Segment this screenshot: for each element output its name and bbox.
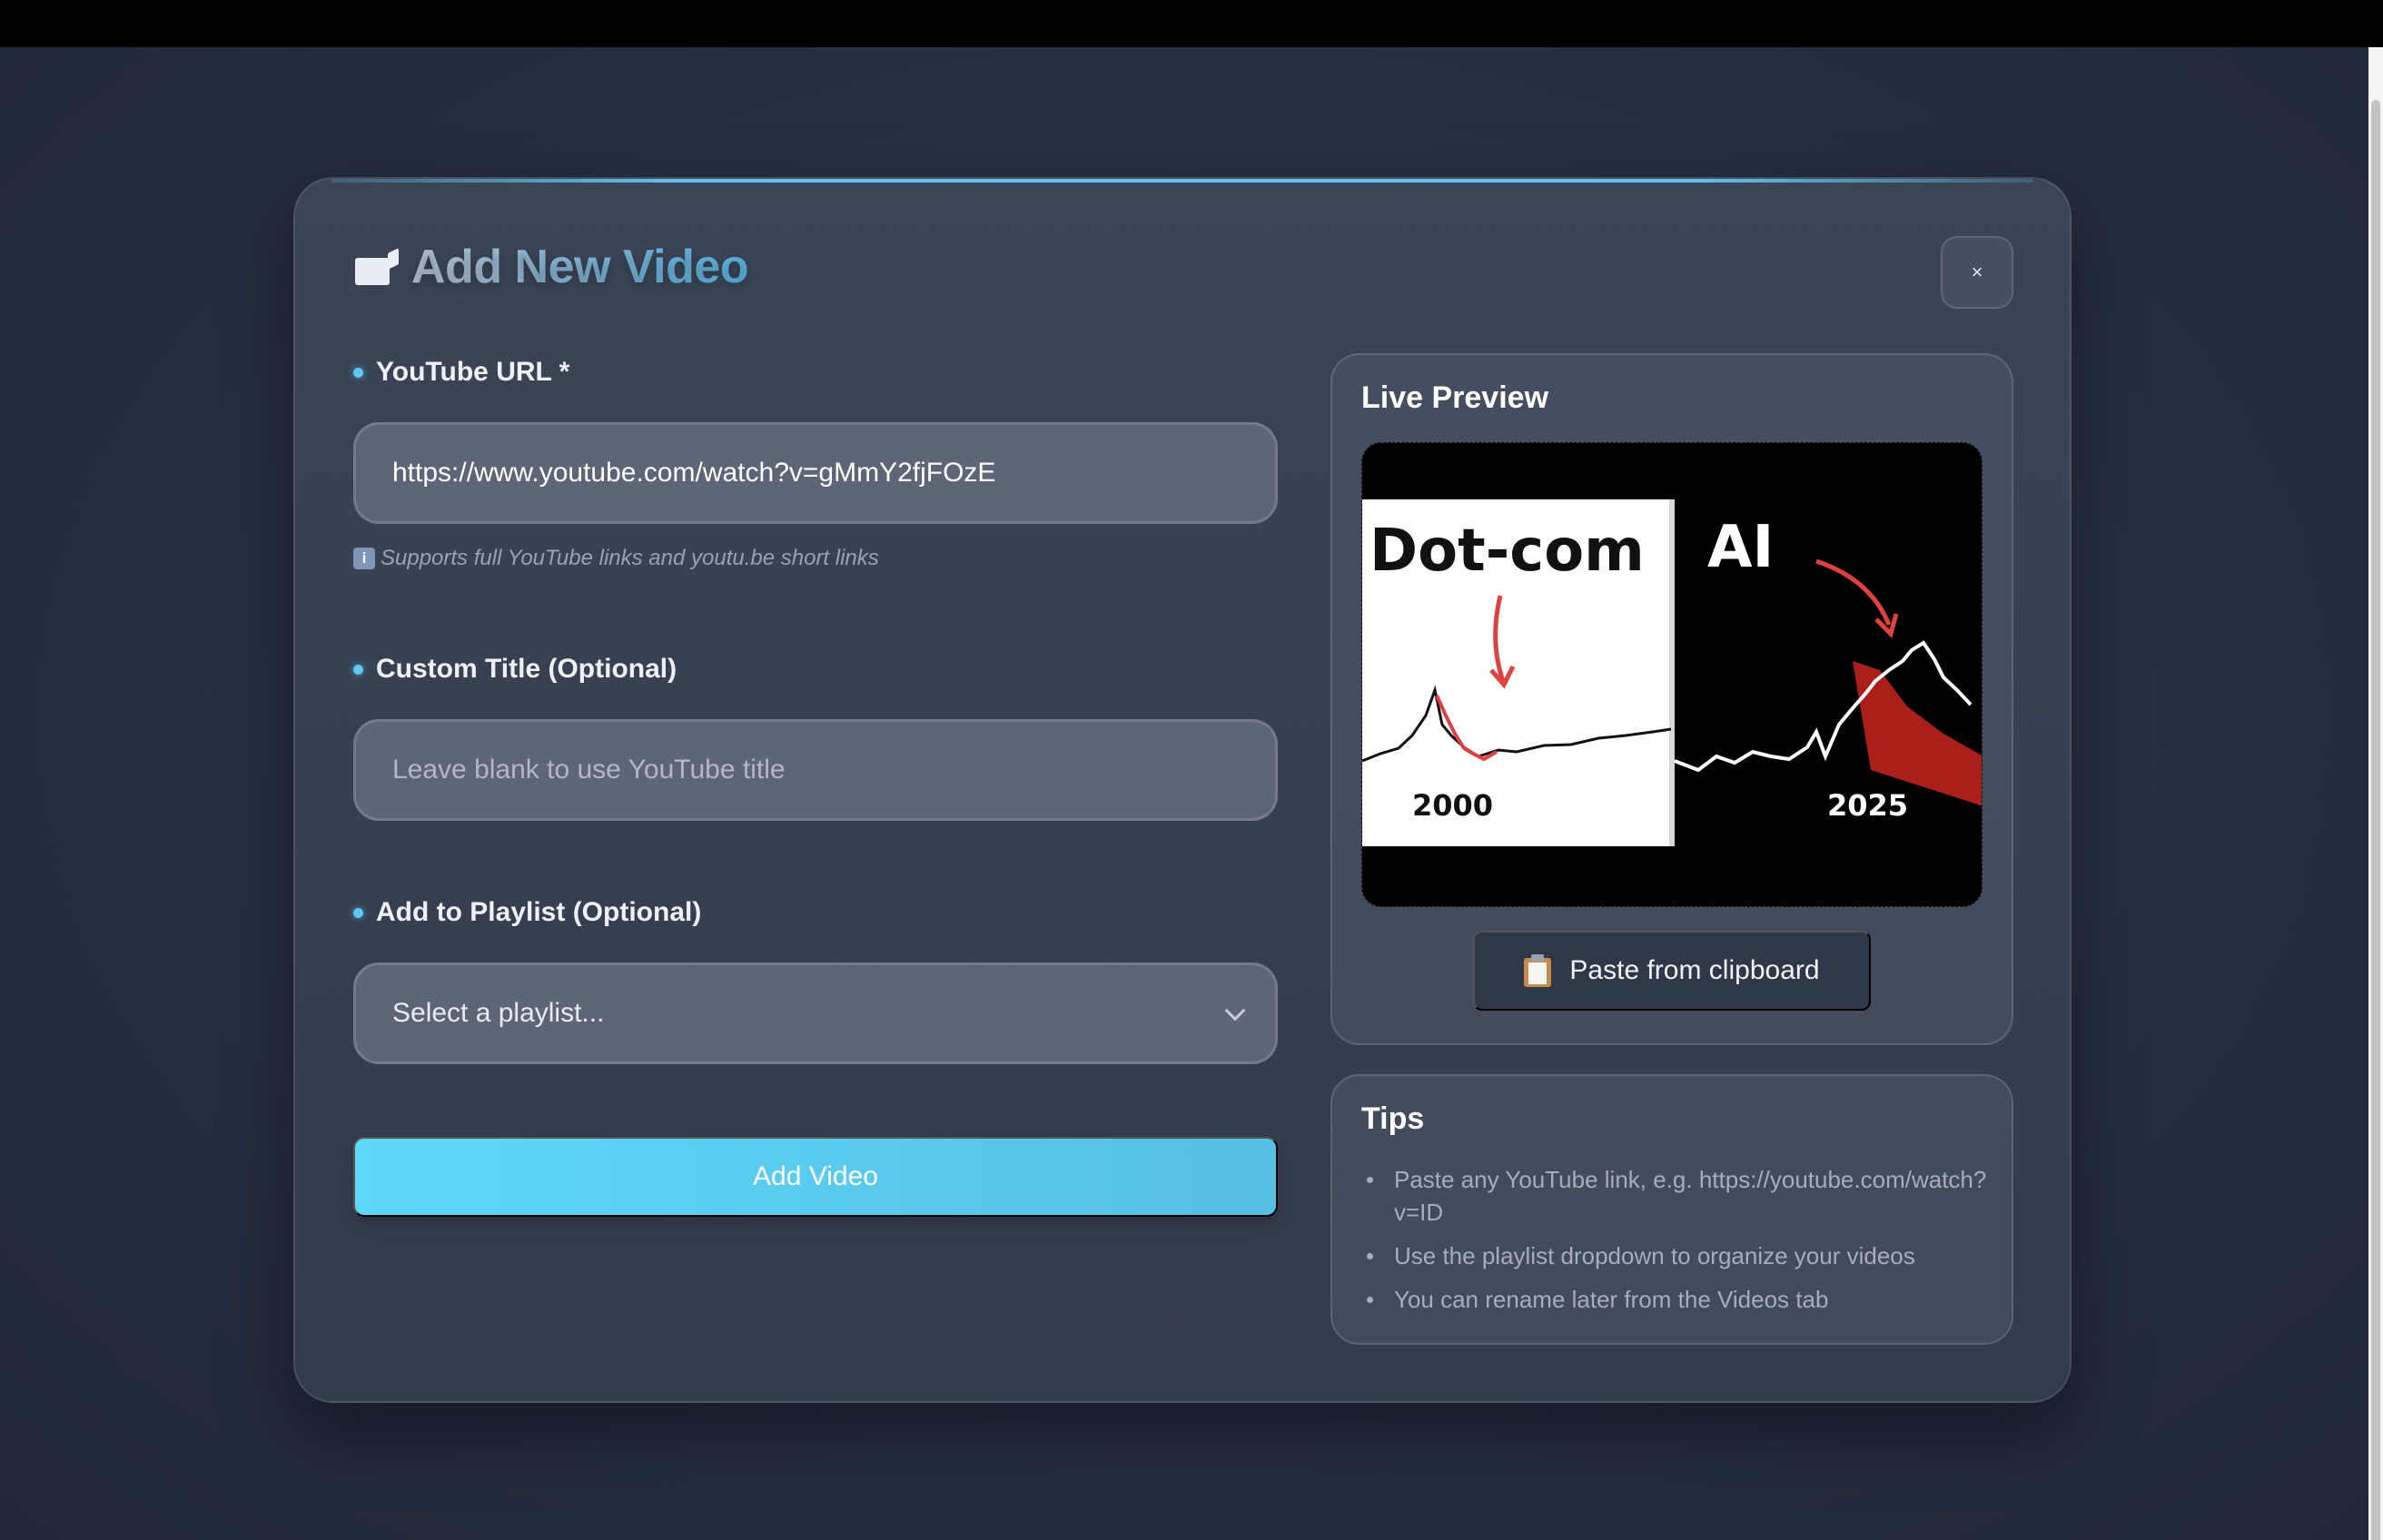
video-camera-icon xyxy=(355,248,399,285)
playlist-label: Add to Playlist (Optional) xyxy=(353,897,701,928)
tips-title: Tips xyxy=(1361,1101,1425,1136)
tips-list: Paste any YouTube link, e.g. https://you… xyxy=(1367,1163,1993,1327)
custom-title-input[interactable]: Leave blank to use YouTube title xyxy=(353,719,1278,821)
clipboard-icon xyxy=(1524,954,1552,987)
thumbnail-right-year: 2025 xyxy=(1827,788,1908,823)
live-preview-title: Live Preview xyxy=(1361,380,1549,415)
tip-item: Use the playlist dropdown to organize yo… xyxy=(1367,1239,1993,1272)
scrollbar[interactable] xyxy=(2368,47,2383,1540)
browser-top-bar xyxy=(0,0,2383,47)
video-thumbnail: Dot-com AI 2000 2025 xyxy=(1361,442,1983,907)
close-button[interactable]: × xyxy=(1941,236,2013,309)
add-video-button[interactable]: Add Video xyxy=(353,1137,1278,1217)
bullet-dot-icon xyxy=(353,664,363,675)
live-preview-panel: Live Preview Dot-com AI 2000 2025 Paste … xyxy=(1330,353,2013,1045)
paste-button-label: Paste from clipboard xyxy=(1569,955,1820,985)
thumbnail-left-year: 2000 xyxy=(1412,788,1493,823)
paste-from-clipboard-button[interactable]: Paste from clipboard xyxy=(1473,931,1871,1011)
url-hint: i Supports full YouTube links and youtu.… xyxy=(353,546,879,571)
close-icon: × xyxy=(1971,261,1983,283)
custom-title-placeholder: Leave blank to use YouTube title xyxy=(392,755,786,785)
add-video-modal: Add New Video × YouTube URL * https://ww… xyxy=(293,177,2072,1403)
url-hint-text: Supports full YouTube links and youtu.be… xyxy=(381,546,879,570)
thumbnail-left-text: Dot-com xyxy=(1369,518,1645,585)
chevron-down-icon xyxy=(1224,1000,1246,1022)
modal-accent-line xyxy=(331,179,2033,183)
tip-item: Paste any YouTube link, e.g. https://you… xyxy=(1367,1163,1993,1229)
playlist-select[interactable]: Select a playlist... xyxy=(353,962,1278,1064)
thumbnail-right-text: AI xyxy=(1707,514,1774,581)
bullet-dot-icon xyxy=(353,907,363,918)
youtube-url-label: YouTube URL * xyxy=(353,357,569,388)
bullet-dot-icon xyxy=(353,367,363,378)
modal-title: Add New Video xyxy=(411,241,749,293)
tips-panel: Tips Paste any YouTube link, e.g. https:… xyxy=(1330,1074,2013,1345)
tip-item: You can rename later from the Videos tab xyxy=(1367,1283,1993,1316)
info-icon: i xyxy=(353,548,375,569)
custom-title-label: Custom Title (Optional) xyxy=(353,654,677,685)
playlist-selected-value: Select a playlist... xyxy=(392,998,605,1028)
youtube-url-input[interactable]: https://www.youtube.com/watch?v=gMmY2fjF… xyxy=(353,422,1278,524)
youtube-url-value: https://www.youtube.com/watch?v=gMmY2fjF… xyxy=(392,458,996,488)
scrollbar-thumb[interactable] xyxy=(2371,100,2380,1540)
modal-header: Add New Video xyxy=(355,235,749,299)
